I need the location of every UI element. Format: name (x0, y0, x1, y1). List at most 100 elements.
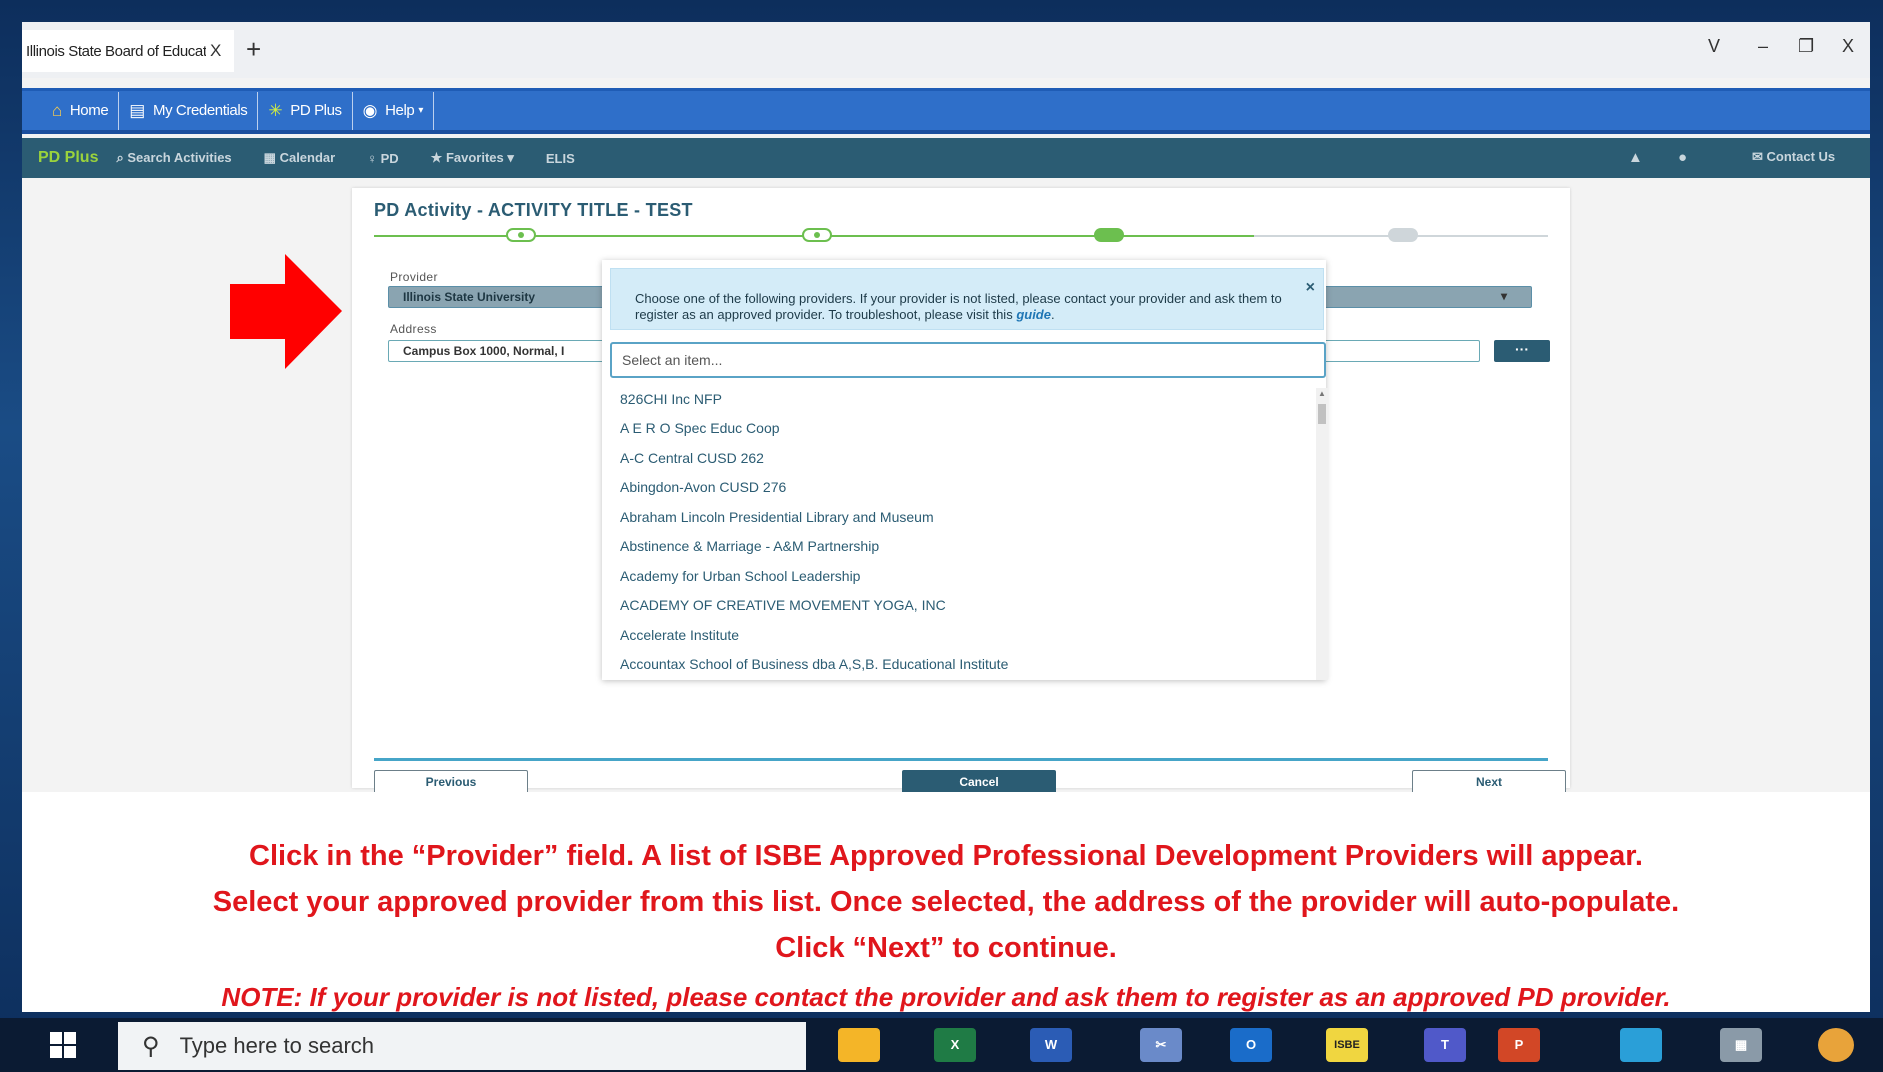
provider-dropdown: Choose one of the following providers. I… (602, 260, 1328, 680)
taskbar-search[interactable]: ⚲ Type here to search (118, 1022, 806, 1070)
star-icon: ★ (430, 150, 446, 165)
nav-search-activities[interactable]: ⌕ Search Activities (116, 150, 231, 166)
credentials-navbar: ⌂ Home ▤ My Credentials ✳ PD Plus ◉ Help… (22, 88, 1870, 134)
chevron-down-icon: ▾ (418, 105, 423, 116)
windows-taskbar: ⚲ Type here to search X W ✂ O ISBE T P ▦ (0, 1018, 1883, 1072)
minimize-button[interactable]: – (1758, 36, 1768, 57)
browser-tabstrip: Illinois State Board of Education X + V … (22, 22, 1870, 78)
step-1[interactable] (506, 228, 536, 242)
calculator-icon[interactable]: ▦ (1720, 1028, 1762, 1062)
list-item[interactable]: A-C Central CUSD 262 (610, 443, 1316, 473)
instruction-line-3: Click “Next” to continue. (775, 932, 1117, 964)
teams-icon[interactable]: T (1424, 1028, 1466, 1062)
info-period: . (1050, 307, 1055, 322)
scrollbar[interactable]: ▲ (1316, 388, 1328, 680)
provider-selected-value: Illinois State University (403, 290, 536, 304)
provider-label: Provider (390, 270, 438, 284)
scroll-up-icon[interactable]: ▲ (1318, 389, 1326, 398)
instruction-line-2: Select your approved provider from this … (212, 886, 1680, 918)
help-icon: ◉ (362, 100, 378, 120)
bulb-icon: ♀ (367, 150, 381, 166)
nav-elis[interactable]: ELIS (546, 151, 575, 166)
nav-help[interactable]: ◉ Help ▾ (353, 91, 434, 130)
list-item[interactable]: 826CHI Inc NFP (610, 384, 1316, 414)
chrome-icon[interactable] (1818, 1028, 1854, 1062)
snipping-tool-icon[interactable]: ✂ (1140, 1028, 1182, 1062)
search-icon: ⌕ (116, 150, 128, 165)
mail-icon: ✉ (1752, 149, 1767, 164)
step-4[interactable] (1388, 228, 1418, 242)
chevron-down-icon: ▾ (503, 150, 514, 165)
red-arrow-annotation (230, 254, 342, 369)
list-item[interactable]: ACADEMY OF CREATIVE MOVEMENT YOGA, INC (610, 591, 1316, 621)
instruction-note: NOTE: If your provider is not listed, pl… (221, 982, 1671, 1012)
search-icon: ⚲ (142, 1032, 160, 1060)
nav-pd-label: PD (380, 150, 399, 166)
nav-pd-plus[interactable]: ✳ PD Plus (258, 91, 353, 130)
step-2[interactable] (802, 228, 832, 242)
nav-pd[interactable]: ♀ PD (367, 151, 398, 166)
step-3-current[interactable] (1094, 228, 1124, 242)
nav-my-credentials[interactable]: ▤ My Credentials (119, 91, 259, 130)
list-item[interactable]: Abingdon-Avon CUSD 276 (610, 473, 1316, 503)
tab-search-dropdown-button[interactable]: V (1708, 36, 1720, 57)
tab-close-button[interactable]: X (210, 41, 221, 61)
chat-icon[interactable]: ● (1678, 149, 1687, 166)
credentials-icon: ▤ (129, 100, 145, 120)
browser-tab[interactable]: Illinois State Board of Education X (22, 30, 234, 72)
browser-screen: Illinois State Board of Education X + V … (22, 22, 1870, 1012)
address-more-button[interactable]: ··· (1494, 340, 1550, 362)
list-item[interactable]: A E R O Spec Educ Coop (610, 414, 1316, 444)
list-item[interactable]: Academy for Urban School Leadership (610, 561, 1316, 591)
chevron-down-icon: ▾ (1500, 289, 1507, 303)
restore-button[interactable]: ❐ (1798, 36, 1814, 57)
pdplus-navbar: PD Plus ⌕ Search Activities ▦ Calendar ♀… (22, 138, 1870, 178)
instructions-panel: Click in the “Provider” field. A list of… (22, 792, 1870, 1012)
close-window-button[interactable]: X (1842, 36, 1854, 57)
nav-favorites[interactable]: ★ Favorites ▾ (431, 150, 514, 166)
nav-favorites-label: Favorites (445, 150, 504, 165)
bell-icon[interactable]: ▲ (1628, 149, 1643, 166)
list-item[interactable]: Accountax School of Business dba A,S,B. … (610, 650, 1316, 680)
outlook-icon[interactable]: O (1230, 1028, 1272, 1062)
list-item[interactable]: Accelerate Institute (610, 620, 1316, 650)
home-icon: ⌂ (52, 100, 62, 120)
sparkle-icon: ✳ (268, 100, 283, 120)
list-item[interactable]: Abstinence & Marriage - A&M Partnership (610, 532, 1316, 562)
nav-search-label: Search Activities (127, 150, 232, 165)
pdplus-brand[interactable]: PD Plus (38, 149, 98, 167)
excel-icon[interactable]: X (934, 1028, 976, 1062)
cancel-button[interactable]: Cancel (902, 770, 1056, 794)
word-icon[interactable]: W (1030, 1028, 1072, 1062)
nav-help-label: Help (385, 102, 415, 119)
nav-home-label: Home (69, 102, 109, 119)
footer-divider (374, 758, 1548, 761)
remote-desktop-icon[interactable] (1620, 1028, 1662, 1062)
previous-button[interactable]: Previous (374, 770, 528, 794)
provider-search-input[interactable] (610, 342, 1326, 378)
nav-calendar[interactable]: ▦ Calendar (264, 150, 336, 166)
address-label: Address (390, 322, 437, 336)
nav-contact-us[interactable]: ✉ Contact Us (1752, 149, 1835, 165)
pd-activity-card: PD Activity - ACTIVITY TITLE - TEST Prov… (352, 188, 1570, 794)
calendar-icon: ▦ (263, 150, 280, 165)
taskbar-search-text: Type here to search (179, 1033, 375, 1058)
info-banner: Choose one of the following providers. I… (610, 268, 1324, 330)
list-item[interactable]: Abraham Lincoln Presidential Library and… (610, 502, 1316, 532)
file-explorer-icon[interactable] (838, 1028, 880, 1062)
guide-link[interactable]: guide (1016, 307, 1051, 322)
close-icon[interactable]: × (1306, 279, 1315, 297)
powerpoint-icon[interactable]: P (1498, 1028, 1540, 1062)
windows-start-icon[interactable] (50, 1032, 76, 1058)
nav-pdplus-label: PD Plus (290, 102, 342, 119)
provider-list: 826CHI Inc NFP A E R O Spec Educ Coop A-… (610, 384, 1316, 680)
nav-home[interactable]: ⌂ Home (42, 91, 120, 130)
info-text: Choose one of the following providers. I… (635, 291, 1295, 323)
page-title: PD Activity - ACTIVITY TITLE - TEST (374, 200, 693, 220)
next-button[interactable]: Next (1412, 770, 1566, 794)
new-tab-button[interactable]: + (246, 34, 261, 65)
scrollbar-thumb[interactable] (1318, 404, 1326, 424)
tab-title: Illinois State Board of Education (26, 42, 206, 60)
instruction-line-1: Click in the “Provider” field. A list of… (249, 840, 1643, 872)
isbe-app-icon[interactable]: ISBE (1326, 1028, 1368, 1062)
